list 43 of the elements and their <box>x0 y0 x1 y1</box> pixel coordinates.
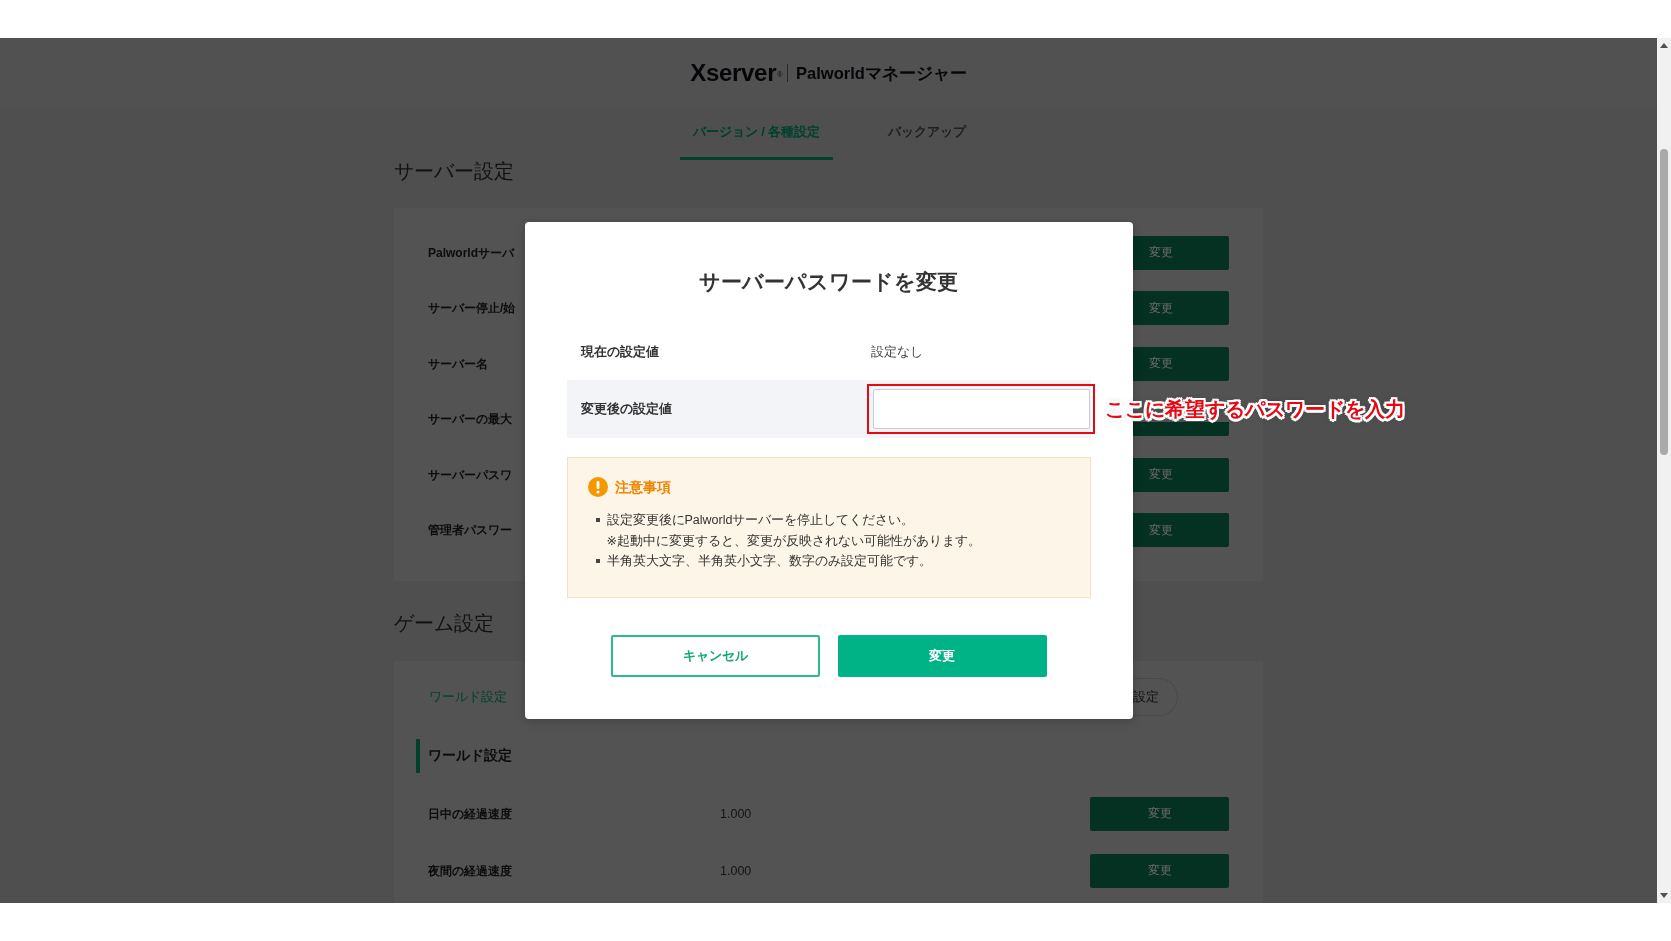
scroll-up-icon[interactable] <box>1660 43 1668 48</box>
change-button[interactable]: 変更 <box>1133 346 1229 381</box>
subsection-heading: ワールド設定 <box>416 739 1229 773</box>
notice-item: 半角英大文字、半角英小文字、数字のみ設定可能です。 <box>606 553 932 569</box>
notice-title: 注意事項 <box>614 477 671 496</box>
setting-label: 管理者パスワー <box>428 522 512 539</box>
setting-label: サーバー名 <box>428 355 488 372</box>
password-input[interactable] <box>872 388 1090 429</box>
change-button[interactable]: 変更 <box>1133 291 1229 326</box>
product-name: Palworldマネージャー <box>796 62 967 84</box>
tab[interactable]: バージョン / 各種設定 <box>680 107 833 160</box>
warning-icon <box>587 476 608 497</box>
cancel-button[interactable]: キャンセル <box>610 635 820 678</box>
setting-label: サーバーの最大 <box>428 411 512 428</box>
section-title: ゲーム設定 <box>394 612 494 634</box>
scroll-down-icon[interactable] <box>1660 893 1668 898</box>
bullet-icon <box>595 518 600 522</box>
notice-note: ※起動中に変更すると、変更が反映されない可能性があります。 <box>606 532 981 549</box>
scrollbar-thumb[interactable] <box>1660 149 1668 455</box>
setting-label: 夜間の経過速度 <box>428 862 513 879</box>
setting-label: サーバー停止/始 <box>428 300 516 317</box>
notice-item: 設定変更後にPalworldサーバーを停止してください。 <box>606 512 915 528</box>
brand-logo: Xserver$^{®}$ <box>690 58 783 87</box>
change-button[interactable]: 変更 <box>1090 796 1229 831</box>
setting-label: Palworldサーバ <box>428 244 514 261</box>
setting-label: 日中の経過速度 <box>428 805 513 822</box>
submit-button[interactable]: 変更 <box>837 635 1047 678</box>
field-label: 現在の設定値 <box>579 344 659 361</box>
setting-label: サーバーパスワ <box>428 466 512 483</box>
change-button[interactable]: 変更 <box>1133 235 1229 270</box>
dialog-title: サーバーパスワードを変更 <box>699 268 958 295</box>
change-button[interactable]: 変更 <box>1133 513 1229 548</box>
change-button[interactable] <box>1133 422 1229 437</box>
change-button[interactable]: 変更 <box>1090 853 1229 888</box>
bullet-icon <box>595 559 600 563</box>
field-label: 変更後の設定値 <box>579 400 672 417</box>
scrollbar[interactable] <box>1657 38 1671 903</box>
sub-tab[interactable]: ワールド設定 <box>410 678 526 716</box>
section-title: サーバー設定 <box>394 160 514 182</box>
field-value: 設定なし <box>869 344 923 361</box>
setting-value: 1.000 <box>720 862 752 879</box>
change-button[interactable]: 変更 <box>1133 457 1229 492</box>
setting-value: 1.000 <box>720 805 752 822</box>
